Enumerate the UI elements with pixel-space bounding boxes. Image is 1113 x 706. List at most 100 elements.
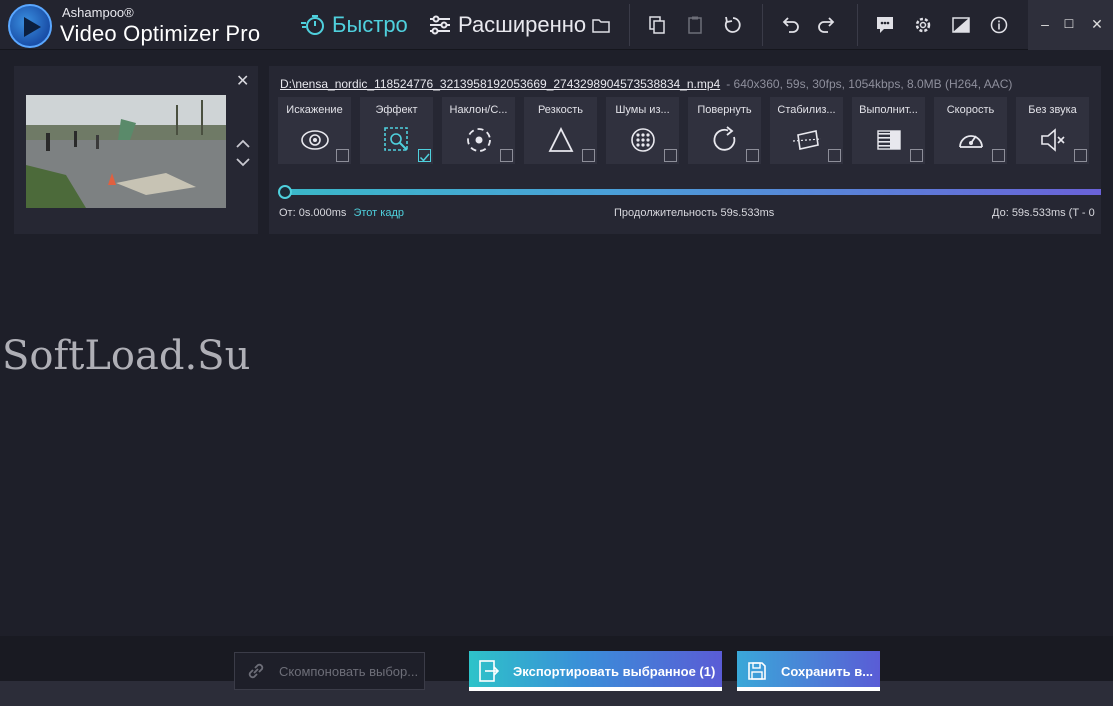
stabilize-icon [792, 130, 822, 150]
time-to: До: 59s.533ms (T - 0 [992, 207, 1095, 219]
mute-icon [1041, 128, 1065, 152]
from-value: 0s.000ms [298, 207, 347, 219]
duration-value: 59s.533ms [720, 207, 775, 219]
export-label: Экспортировать выбранное (1) [513, 663, 716, 679]
feedback-icon[interactable] [874, 14, 896, 36]
tool-tile-speed[interactable]: Скорость [934, 97, 1007, 164]
settings-icon[interactable] [912, 14, 934, 36]
eye-icon [301, 130, 329, 150]
tool-checkbox[interactable] [910, 149, 923, 162]
save-label: Сохранить в... [781, 663, 874, 679]
video-thumbnail[interactable] [26, 95, 226, 208]
combine-label: Скомпоновать выбор... [279, 663, 419, 679]
tool-tile-execute[interactable]: Выполнит... [852, 97, 925, 164]
tool-tile-tilt[interactable]: Наклон/С... [442, 97, 515, 164]
timeline-start-handle[interactable] [278, 185, 292, 199]
button-underline [737, 687, 880, 691]
time-from: От: 0s.000ms Этот кадр [279, 207, 404, 219]
button-underline [469, 687, 722, 691]
link-icon [248, 663, 264, 679]
tool-checkbox[interactable] [500, 149, 513, 162]
tool-label: Без звука [1028, 104, 1077, 116]
time-duration: Продолжительность 59s.533ms [614, 207, 774, 219]
save-icon [748, 662, 766, 680]
duration-label: Продолжительность [614, 207, 718, 219]
tool-tile-stabilize[interactable]: Стабилиз... [770, 97, 843, 164]
tool-tile-mute[interactable]: Без звука [1016, 97, 1089, 164]
tool-checkbox[interactable] [336, 149, 349, 162]
tool-label: Шумы из... [615, 104, 670, 116]
title-bar: Ashampoo® Video Optimizer Pro Быстро Рас… [0, 0, 1113, 50]
minimize-button[interactable]: – [1036, 15, 1054, 33]
reset-icon[interactable] [722, 14, 744, 36]
brand-top: Ashampoo® [62, 5, 134, 20]
effect-icon [384, 127, 408, 151]
tool-tile-effect[interactable]: Эффект [360, 97, 433, 164]
tool-checkbox[interactable] [1074, 149, 1087, 162]
remove-clip-icon[interactable]: ✕ [236, 71, 249, 91]
save-to-button[interactable]: Сохранить в... [737, 651, 880, 691]
timeline-bar[interactable] [279, 189, 1101, 195]
tool-tile-rotate[interactable]: Повернуть [688, 97, 761, 164]
mode-fast-button[interactable]: Быстро [300, 10, 408, 40]
clip-thumbnail-panel: ✕ [14, 66, 258, 234]
window-controls: – ☐ ✕ [1028, 0, 1113, 50]
tool-tile-sharpness[interactable]: Резкость [524, 97, 597, 164]
tool-checkbox[interactable] [418, 149, 431, 162]
file-path-link[interactable]: D:\nensa_nordic_118524776_32139581920536… [280, 77, 720, 91]
app-logo [8, 4, 52, 48]
to-value: 59s.533ms (T - 0 [1011, 207, 1095, 219]
mode-advanced-label: Расширенно [458, 12, 587, 37]
tool-label: Эффект [375, 104, 418, 116]
file-info: D:\nensa_nordic_118524776_32139581920536… [280, 77, 1012, 91]
rotate-icon [713, 126, 736, 151]
folder-icon[interactable] [590, 14, 612, 36]
tool-label: Повернуть [697, 104, 752, 116]
mode-advanced-button[interactable]: Расширенно [428, 10, 586, 40]
clip-settings-panel: D:\nensa_nordic_118524776_32139581920536… [269, 66, 1101, 234]
from-label: От: [279, 207, 296, 219]
execute-icon [877, 130, 901, 150]
tool-label: Искажение [286, 104, 343, 116]
tool-tile-distortion[interactable]: Искажение [278, 97, 351, 164]
export-icon [479, 660, 499, 682]
file-meta: - 640x360, 59s, 30fps, 1054kbps, 8.0MB (… [726, 77, 1013, 91]
undo-icon[interactable] [779, 14, 801, 36]
maximize-button[interactable]: ☐ [1060, 15, 1078, 33]
tool-checkbox[interactable] [828, 149, 841, 162]
tool-tiles: Искажение Эффект Наклон/С... Резкость Шу… [278, 97, 1101, 165]
tool-checkbox[interactable] [582, 149, 595, 162]
play-icon [24, 17, 41, 37]
to-label: До: [992, 207, 1009, 219]
tool-label: Выполнит... [859, 104, 918, 116]
toolbar-separator [857, 4, 858, 46]
info-icon[interactable] [988, 14, 1010, 36]
combine-button[interactable]: Скомпоновать выбор... [234, 652, 425, 690]
stopwatch-icon [301, 15, 324, 35]
sharpness-icon [548, 126, 574, 152]
paste-icon[interactable] [684, 14, 706, 36]
speed-icon [959, 135, 983, 148]
redo-icon[interactable] [816, 14, 838, 36]
toolbar-separator [762, 4, 763, 46]
sliders-icon [430, 15, 450, 35]
app-name: Video Optimizer Pro [60, 21, 261, 46]
copy-icon[interactable] [646, 14, 668, 36]
tool-checkbox[interactable] [664, 149, 677, 162]
watermark: SoftLoad.Su [2, 333, 251, 379]
tool-label: Скорость [946, 104, 995, 116]
this-frame-link[interactable]: Этот кадр [353, 207, 404, 219]
noise-icon [631, 128, 655, 152]
export-selected-button[interactable]: Экспортировать выбранное (1) [469, 651, 722, 691]
tool-checkbox[interactable] [992, 149, 1005, 162]
move-down-icon[interactable] [236, 154, 250, 172]
display-icon[interactable] [950, 14, 972, 36]
toolbar-separator [629, 4, 630, 46]
tool-label: Стабилиз... [777, 104, 836, 116]
move-up-icon[interactable] [236, 136, 250, 154]
close-button[interactable]: ✕ [1088, 15, 1106, 33]
tool-label: Резкость [537, 104, 584, 116]
tool-tile-noise[interactable]: Шумы из... [606, 97, 679, 164]
tool-label: Наклон/С... [449, 104, 508, 116]
tool-checkbox[interactable] [746, 149, 759, 162]
